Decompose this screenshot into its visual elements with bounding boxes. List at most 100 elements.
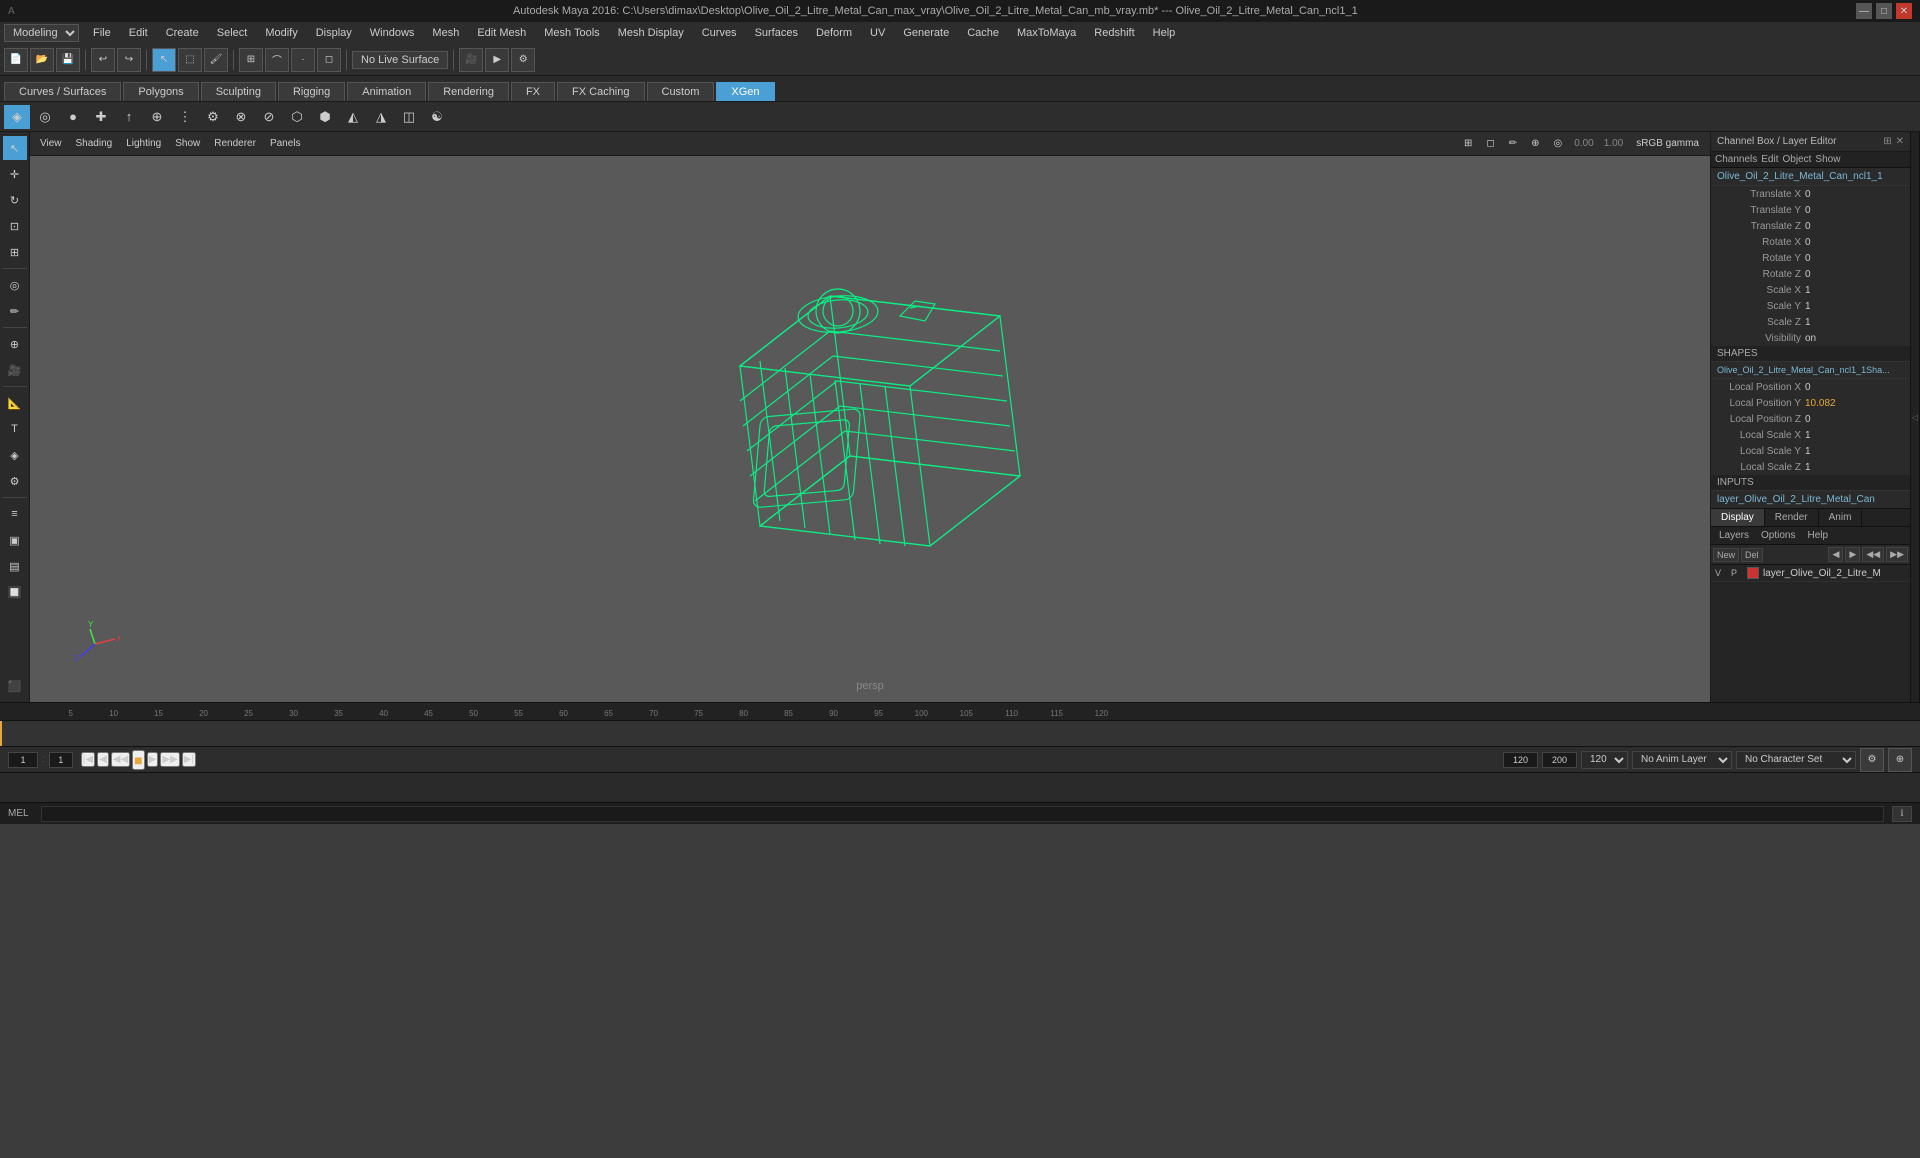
tb-lasso[interactable]: ⬚ (178, 48, 202, 72)
tab-custom[interactable]: Custom (647, 82, 715, 101)
prop-scale-z[interactable]: Scale Z 1 (1711, 314, 1910, 330)
prop-translate-y[interactable]: Translate Y 0 (1711, 202, 1910, 218)
vp-tb-icon2[interactable]: ◻ (1480, 136, 1500, 151)
play-fwd-btn[interactable]: ▶ (147, 752, 159, 767)
viewport-3d[interactable]: View Shading Lighting Show Renderer Pane… (30, 132, 1710, 702)
total-frames-field[interactable] (1542, 752, 1577, 768)
menu-create[interactable]: Create (158, 25, 207, 41)
panel-close[interactable]: ✕ (1896, 136, 1904, 147)
status-info-btn[interactable]: ℹ (1892, 806, 1912, 822)
prop-rotate-z[interactable]: Rotate Z 0 (1711, 266, 1910, 282)
tool-shader[interactable]: ◈ (3, 443, 27, 467)
vp-renderer-menu[interactable]: Renderer (208, 136, 262, 151)
menu-edit-mesh[interactable]: Edit Mesh (469, 25, 534, 41)
tb-snap-curve[interactable]: ⌒ (265, 48, 289, 72)
anim-settings-btn[interactable]: ⚙ (1860, 748, 1884, 772)
prop-visibility[interactable]: Visibility on (1711, 330, 1910, 346)
tb-camera[interactable]: 🎥 (459, 48, 483, 72)
last-frame-btn[interactable]: ▶| (182, 752, 196, 767)
step-back-btn[interactable]: ◀ (97, 752, 109, 767)
prop-local-pos-z[interactable]: Local Position Z 0 (1711, 411, 1910, 427)
tab-anim[interactable]: Anim (1819, 509, 1863, 526)
tool-select[interactable]: ↖ (3, 136, 27, 160)
layer-row[interactable]: V P layer_Olive_Oil_2_Litre_M (1711, 565, 1910, 582)
tb-paint-sel[interactable]: 🖌 (204, 48, 228, 72)
vp-panels-menu[interactable]: Panels (264, 136, 307, 151)
vp-show-menu[interactable]: Show (169, 136, 206, 151)
menu-help[interactable]: Help (1145, 25, 1184, 41)
menu-redshift[interactable]: Redshift (1086, 25, 1142, 41)
current-frame-field[interactable] (8, 752, 38, 768)
options-menu[interactable]: Options (1757, 529, 1799, 542)
prop-rotate-y[interactable]: Rotate Y 0 (1711, 250, 1910, 266)
play-back-btn[interactable]: ◀◀ (111, 752, 130, 767)
fps-selector[interactable]: 120 (1581, 751, 1628, 769)
start-frame-field[interactable] (49, 752, 73, 768)
xgen-btn-16[interactable]: ☯ (424, 105, 450, 129)
tool-extra3[interactable]: ▤ (3, 554, 27, 578)
xgen-btn-12[interactable]: ⬢ (312, 105, 338, 129)
vp-tb-icon4[interactable]: ⊕ (1525, 136, 1545, 151)
xgen-btn-14[interactable]: ◮ (368, 105, 394, 129)
layer-fwd-btn[interactable]: ▶ (1845, 547, 1860, 562)
vp-lighting-menu[interactable]: Lighting (120, 136, 167, 151)
menu-windows[interactable]: Windows (362, 25, 423, 41)
menu-uv[interactable]: UV (862, 25, 893, 41)
prop-local-scale-y[interactable]: Local Scale Y 1 (1711, 443, 1910, 459)
tool-extra4[interactable]: 🔲 (3, 580, 27, 604)
xgen-btn-5[interactable]: ↑ (116, 105, 142, 129)
tb-snap-grid[interactable]: ⊞ (239, 48, 263, 72)
tool-extra1[interactable]: ≡ (3, 502, 27, 526)
xgen-btn-7[interactable]: ⋮ (172, 105, 198, 129)
xgen-btn-2[interactable]: ◎ (32, 105, 58, 129)
maximize-button[interactable]: □ (1876, 3, 1892, 19)
tb-snap-surface[interactable]: ◻ (317, 48, 341, 72)
show-label[interactable]: Show (1815, 154, 1840, 165)
menu-deform[interactable]: Deform (808, 25, 860, 41)
menu-mesh[interactable]: Mesh (424, 25, 467, 41)
tool-scale[interactable]: ⊡ (3, 214, 27, 238)
tab-xgen[interactable]: XGen (716, 82, 774, 101)
menu-maxtomaya[interactable]: MaxToMaya (1009, 25, 1084, 41)
stop-btn[interactable]: ■ (132, 750, 144, 770)
tb-undo[interactable]: ↩ (91, 48, 115, 72)
tool-bottom[interactable]: ⬛ (3, 674, 27, 698)
prop-local-scale-z[interactable]: Local Scale Z 1 (1711, 459, 1910, 475)
tool-soft-sel[interactable]: ◎ (3, 273, 27, 297)
xgen-btn-6[interactable]: ⊕ (144, 105, 170, 129)
step-fwd-btn[interactable]: ▶▶ (160, 752, 179, 767)
tb-settings[interactable]: ⚙ (511, 48, 535, 72)
xgen-btn-13[interactable]: ◭ (340, 105, 366, 129)
tool-rotate[interactable]: ↻ (3, 188, 27, 212)
menu-mesh-tools[interactable]: Mesh Tools (536, 25, 607, 41)
prop-local-pos-x[interactable]: Local Position X 0 (1711, 379, 1910, 395)
tab-render[interactable]: Render (1765, 509, 1819, 526)
menu-cache[interactable]: Cache (959, 25, 1007, 41)
tb-redo[interactable]: ↪ (117, 48, 141, 72)
edit-label[interactable]: Edit (1761, 154, 1778, 165)
tool-paint[interactable]: ✏ (3, 299, 27, 323)
menu-display[interactable]: Display (308, 25, 360, 41)
tb-select[interactable]: ↖ (152, 48, 176, 72)
prop-rotate-x[interactable]: Rotate X 0 (1711, 234, 1910, 250)
prop-translate-x[interactable]: Translate X 0 (1711, 186, 1910, 202)
prop-scale-x[interactable]: Scale X 1 (1711, 282, 1910, 298)
tab-sculpting[interactable]: Sculpting (201, 82, 276, 101)
vp-tb-icon5[interactable]: ◎ (1548, 136, 1569, 151)
layers-menu[interactable]: Layers (1715, 529, 1753, 542)
xgen-btn-3[interactable]: ● (60, 105, 86, 129)
minimize-button[interactable]: — (1856, 3, 1872, 19)
first-frame-btn[interactable]: |◀ (81, 752, 95, 767)
vp-view-menu[interactable]: View (34, 136, 68, 151)
no-live-surface-label[interactable]: No Live Surface (352, 51, 448, 69)
vp-gamma-selector[interactable]: sRGB gamma (1629, 136, 1706, 151)
tab-display[interactable]: Display (1711, 509, 1765, 526)
tb-open[interactable]: 📂 (30, 48, 54, 72)
3d-canvas[interactable]: persp X Y Z (30, 156, 1710, 702)
vp-shading-menu[interactable]: Shading (70, 136, 119, 151)
tab-curves-surfaces[interactable]: Curves / Surfaces (4, 82, 121, 101)
channels-label[interactable]: Channels (1715, 154, 1757, 165)
character-set-selector[interactable]: No Character Set (1736, 751, 1856, 769)
xgen-btn-1[interactable]: ◈ (4, 105, 30, 129)
tool-camera[interactable]: 🎥 (3, 358, 27, 382)
